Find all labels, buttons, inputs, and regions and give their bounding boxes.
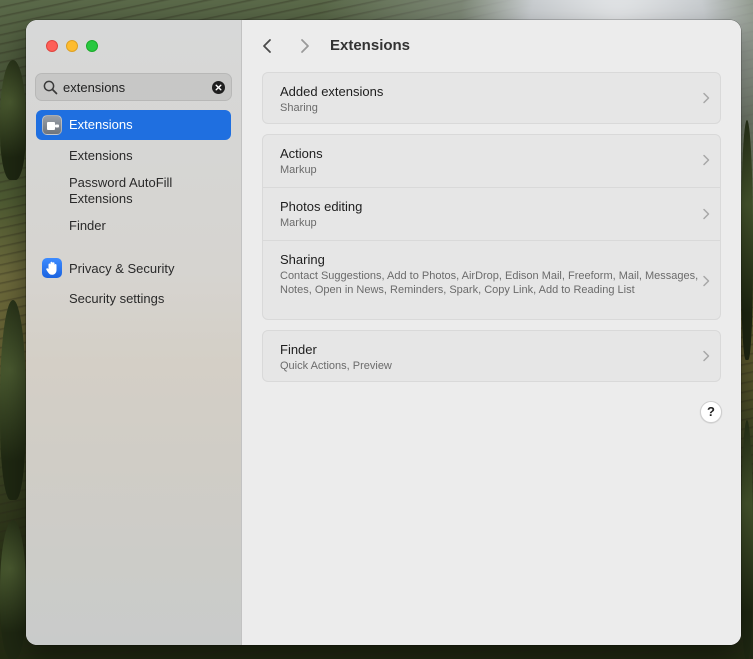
list-item-finder[interactable]: Finder Quick Actions, Preview (263, 331, 720, 381)
search-field[interactable]: extensions (35, 73, 232, 101)
extensions-group: Actions Markup Photos editing Markup Sha… (262, 134, 721, 320)
row-title: Finder (280, 342, 317, 357)
chevron-right-icon (703, 154, 710, 166)
background-tree (0, 300, 26, 500)
sidebar-item-extensions[interactable]: Extensions (36, 110, 231, 140)
row-subtitle: Markup (280, 164, 317, 176)
list-item-photos-editing[interactable]: Photos editing Markup (263, 187, 720, 240)
search-icon (43, 80, 58, 95)
row-title: Added extensions (280, 84, 384, 99)
row-subtitle: Contact Suggestions, Add to Photos, AirD… (280, 270, 699, 296)
row-subtitle: Sharing (280, 102, 318, 114)
forward-chevron-icon[interactable] (294, 36, 314, 56)
row-subtitle: Markup (280, 217, 317, 229)
extensions-group: Added extensions Sharing (262, 72, 721, 124)
search-input[interactable]: extensions (63, 80, 125, 95)
help-button[interactable]: ? (700, 401, 722, 423)
background-tree (741, 420, 753, 659)
minimize-window-button[interactable] (66, 40, 78, 52)
back-chevron-icon[interactable] (258, 36, 278, 56)
row-subtitle: Quick Actions, Preview (280, 360, 392, 372)
chevron-right-icon (703, 92, 710, 104)
sidebar-subitem-finder[interactable]: Finder (69, 218, 106, 234)
page-title: Extensions (330, 37, 411, 54)
sidebar-subitem-security-settings[interactable]: Security settings (69, 291, 164, 307)
sidebar-item-privacy-security[interactable]: Privacy & Security (36, 256, 231, 282)
extensions-group: Finder Quick Actions, Preview (262, 330, 721, 382)
extensions-icon (42, 115, 62, 135)
chevron-right-icon (703, 275, 710, 287)
sidebar-item-label: Extensions (69, 117, 133, 132)
sidebar-item-label: Privacy & Security (69, 261, 175, 276)
list-item-added-extensions[interactable]: Added extensions Sharing (263, 73, 720, 123)
main-pane: Extensions Added extensions Sharing Acti… (242, 20, 741, 645)
sidebar: extensions Extensions Extensions Passwor… (26, 20, 242, 645)
row-title: Photos editing (280, 199, 363, 214)
chevron-right-icon (703, 350, 710, 362)
background-tree (741, 120, 753, 360)
background-tree (0, 60, 26, 180)
close-window-button[interactable] (46, 40, 58, 52)
chevron-right-icon (703, 208, 710, 220)
sidebar-subitem-password-autofill[interactable]: Password AutoFill Extensions (69, 175, 209, 207)
hand-icon (42, 258, 62, 278)
clear-icon[interactable] (212, 81, 225, 94)
row-title: Sharing (280, 252, 325, 267)
zoom-window-button[interactable] (86, 40, 98, 52)
sidebar-subitem-extensions[interactable]: Extensions (69, 148, 133, 164)
row-title: Actions (280, 146, 323, 161)
list-item-actions[interactable]: Actions Markup (263, 135, 720, 187)
settings-window: extensions Extensions Extensions Passwor… (26, 20, 741, 645)
list-item-sharing[interactable]: Sharing Contact Suggestions, Add to Phot… (263, 240, 720, 319)
background-tree (0, 520, 26, 659)
